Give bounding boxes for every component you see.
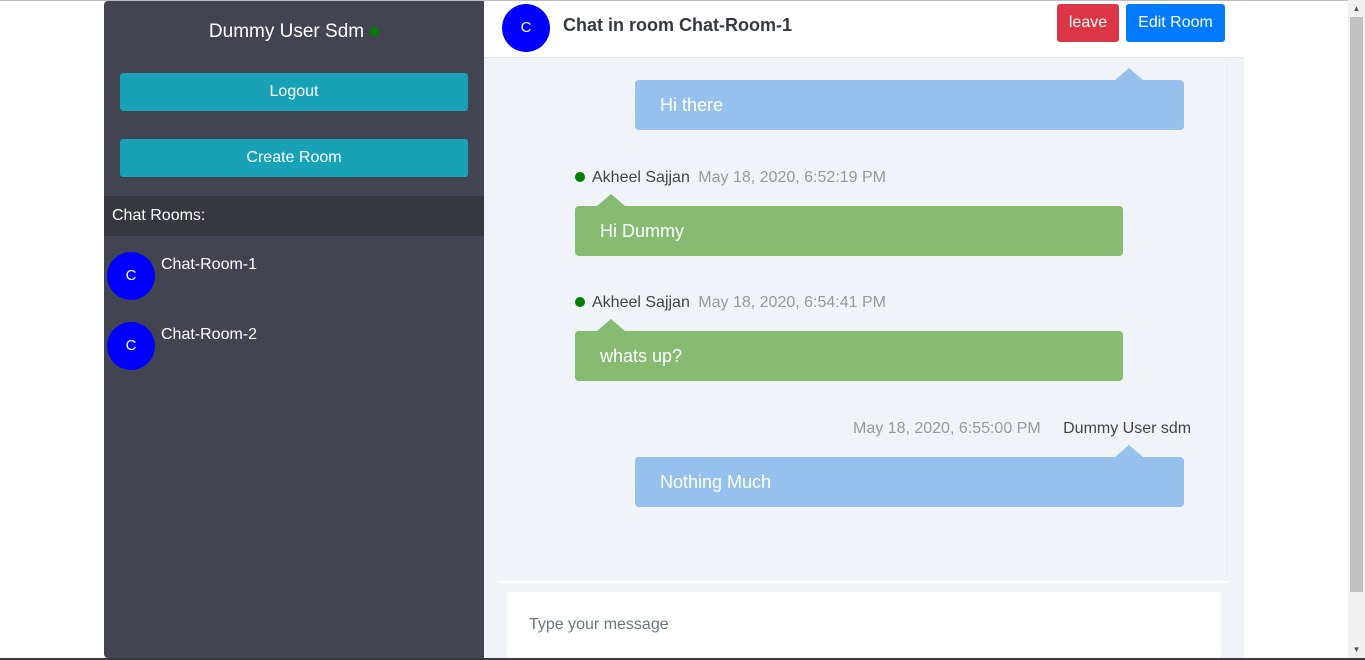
- message-sender: Akheel Sajjan: [592, 294, 690, 311]
- page-scroll-up-icon[interactable]: ▲: [1348, 0, 1365, 17]
- message-meta: Akheel Sajjan May 18, 2020, 6:52:19 PM: [575, 169, 886, 187]
- scroll-down-arrow-icon[interactable]: ▼: [1226, 565, 1228, 581]
- sidebar: Dummy User Sdm Logout Create Room Chat R…: [104, 1, 484, 658]
- message-text: Hi there: [660, 95, 724, 115]
- message-time: May 18, 2020, 6:52:19 PM: [698, 169, 886, 186]
- message-time: May 18, 2020, 6:55:00 PM: [853, 420, 1041, 437]
- message-time: May 18, 2020, 6:54:41 PM: [698, 294, 886, 311]
- create-room-button[interactable]: Create Room: [120, 139, 468, 177]
- message-bubble-other: whats up?: [575, 319, 1123, 381]
- edit-room-button[interactable]: Edit Room: [1126, 4, 1225, 42]
- message-sender: Dummy User sdm: [1063, 420, 1192, 437]
- online-status-icon: [370, 27, 380, 37]
- chat-title: Chat in room Chat-Room-1: [563, 15, 792, 35]
- page-scroll-down-icon[interactable]: ▼: [1348, 641, 1365, 658]
- current-user: Dummy User Sdm: [104, 21, 484, 43]
- message-bubble-own: Hi there: [635, 68, 1184, 130]
- message-input[interactable]: [507, 592, 1221, 658]
- message-text: Hi Dummy: [600, 221, 684, 241]
- room-avatar: C: [107, 252, 155, 300]
- page-scrollbar[interactable]: ▲ ▼: [1348, 0, 1365, 660]
- bubble-pointer: [1115, 445, 1143, 457]
- bubble-pointer: [1115, 68, 1143, 80]
- online-status-icon: [575, 296, 585, 307]
- page-scrollbar-thumb[interactable]: [1350, 17, 1363, 592]
- message-sender: Akheel Sajjan: [592, 169, 690, 186]
- room-list-item-chat-room-1[interactable]: C Chat-Room-1: [104, 252, 484, 312]
- chat-rooms-header: Chat Rooms:: [104, 196, 484, 236]
- room-name: Chat-Room-2: [161, 326, 258, 343]
- message-bubble-own: Nothing Much: [635, 445, 1184, 507]
- chat-panel: C Chat in room Chat-Room-1 leave Edit Ro…: [484, 1, 1244, 658]
- online-status-icon: [575, 171, 585, 182]
- chat-app: Dummy User Sdm Logout Create Room Chat R…: [104, 1, 1244, 658]
- message-bubble-other: Hi Dummy: [575, 194, 1123, 256]
- chat-header: C Chat in room Chat-Room-1 leave Edit Ro…: [484, 1, 1244, 58]
- message-meta: Akheel Sajjan May 18, 2020, 6:54:41 PM: [575, 294, 886, 312]
- logout-button[interactable]: Logout: [120, 73, 468, 111]
- message-list[interactable]: Hi there Akheel Sajjan May 18, 2020, 6:5…: [498, 58, 1228, 581]
- room-name: Chat-Room-1: [161, 256, 258, 273]
- room-avatar: C: [502, 4, 550, 52]
- message-meta: May 18, 2020, 6:55:00 PM Dummy User sdm: [853, 420, 1191, 438]
- message-text: Nothing Much: [660, 472, 772, 492]
- message-text: whats up?: [600, 346, 683, 366]
- room-list-item-chat-room-2[interactable]: C Chat-Room-2: [104, 322, 484, 382]
- message-scrollbar[interactable]: ▲ ▼: [1226, 58, 1228, 581]
- message-composer: [498, 581, 1228, 658]
- room-avatar: C: [107, 322, 155, 370]
- current-user-name: Dummy User Sdm: [208, 21, 365, 42]
- leave-room-button[interactable]: leave: [1057, 4, 1119, 42]
- scroll-up-arrow-icon[interactable]: ▲: [1226, 58, 1228, 74]
- bubble-pointer: [597, 319, 625, 331]
- bubble-pointer: [597, 194, 625, 206]
